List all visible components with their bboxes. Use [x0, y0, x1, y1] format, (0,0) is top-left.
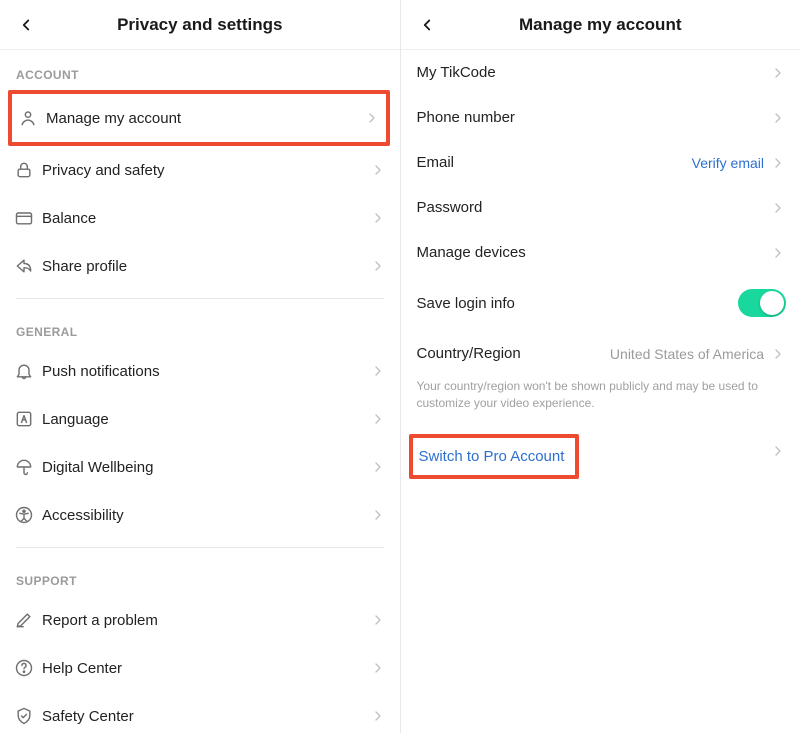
row-country-label: Country/Region [417, 345, 610, 362]
row-phone-number[interactable]: Phone number [401, 95, 800, 140]
chevron-right-icon [364, 110, 380, 126]
chevron-right-icon [370, 660, 386, 676]
chevron-right-icon [770, 346, 786, 362]
row-country-value: United States of America [610, 346, 764, 362]
chevron-right-icon [770, 200, 786, 216]
row-phone-label: Phone number [417, 109, 771, 126]
row-safety-label: Safety Center [42, 708, 370, 725]
row-push-label: Push notifications [42, 363, 370, 380]
save-login-toggle[interactable] [738, 289, 786, 317]
chevron-right-icon [370, 258, 386, 274]
chevron-right-icon [770, 443, 786, 459]
chevron-right-icon [770, 245, 786, 261]
chevron-right-icon [370, 210, 386, 226]
back-chevron-icon [418, 16, 436, 34]
section-general-label: GENERAL [0, 307, 400, 347]
row-push-notifications[interactable]: Push notifications [0, 347, 400, 395]
row-safety-center[interactable]: Safety Center [0, 692, 400, 733]
row-my-tikcode[interactable]: My TikCode [401, 50, 800, 95]
row-accessibility-label: Accessibility [42, 507, 370, 524]
row-report-problem[interactable]: Report a problem [0, 596, 400, 644]
row-save-login-info[interactable]: Save login info [401, 275, 800, 331]
chevron-right-icon [370, 612, 386, 628]
row-share-profile[interactable]: Share profile [0, 242, 400, 290]
row-switch-label: Switch to Pro Account [419, 448, 569, 465]
chevron-right-icon [370, 411, 386, 427]
chevron-right-icon [370, 363, 386, 379]
row-switch-pro-wrap[interactable]: Switch to Pro Account [401, 424, 800, 479]
country-note: Your country/region won't be shown publi… [401, 376, 800, 424]
left-content: ACCOUNT Manage my account Privacy and sa… [0, 50, 400, 733]
chevron-right-icon [370, 708, 386, 724]
umbrella-icon [14, 457, 42, 477]
row-balance[interactable]: Balance [0, 194, 400, 242]
manage-account-pane: Manage my account My TikCode Phone numbe… [401, 0, 800, 733]
row-language[interactable]: Language [0, 395, 400, 443]
row-tikcode-label: My TikCode [417, 64, 771, 81]
row-manage-label: Manage my account [46, 110, 364, 127]
chevron-right-icon [770, 65, 786, 81]
privacy-settings-pane: Privacy and settings ACCOUNT Manage my a… [0, 0, 401, 733]
back-chevron-icon [17, 16, 35, 34]
row-email[interactable]: Email Verify email [401, 140, 800, 185]
divider [16, 298, 384, 299]
chevron-right-icon [370, 162, 386, 178]
accessibility-icon [14, 505, 42, 525]
chevron-right-icon [370, 507, 386, 523]
row-privacy-label: Privacy and safety [42, 162, 370, 179]
row-language-label: Language [42, 411, 370, 428]
section-account-label: ACCOUNT [0, 50, 400, 90]
row-help-label: Help Center [42, 660, 370, 677]
row-email-label: Email [417, 154, 692, 171]
right-content: My TikCode Phone number Email Verify ema… [401, 50, 800, 733]
chevron-right-icon [370, 459, 386, 475]
chevron-right-icon [770, 110, 786, 126]
lock-icon [14, 160, 42, 180]
share-icon [14, 256, 42, 276]
row-report-label: Report a problem [42, 612, 370, 629]
toggle-knob [760, 291, 784, 315]
chevron-right-icon [770, 155, 786, 171]
row-digital-wellbeing[interactable]: Digital Wellbeing [0, 443, 400, 491]
wallet-icon [14, 208, 42, 228]
row-switch-pro[interactable]: Switch to Pro Account [409, 434, 579, 479]
help-icon [14, 658, 42, 678]
row-country-region[interactable]: Country/Region United States of America [401, 331, 800, 376]
bell-icon [14, 361, 42, 381]
language-icon [14, 409, 42, 429]
row-wellbeing-label: Digital Wellbeing [42, 459, 370, 476]
row-manage-devices[interactable]: Manage devices [401, 230, 800, 275]
row-help-center[interactable]: Help Center [0, 644, 400, 692]
row-password-label: Password [417, 199, 771, 216]
right-header: Manage my account [401, 0, 800, 50]
shield-icon [14, 706, 42, 726]
row-balance-label: Balance [42, 210, 370, 227]
section-support-label: SUPPORT [0, 556, 400, 596]
row-manage-account[interactable]: Manage my account [8, 90, 390, 146]
back-button-left[interactable] [14, 13, 38, 37]
row-devices-label: Manage devices [417, 244, 771, 261]
row-savelogin-label: Save login info [417, 295, 739, 312]
row-privacy-safety[interactable]: Privacy and safety [0, 146, 400, 194]
row-accessibility[interactable]: Accessibility [0, 491, 400, 539]
person-icon [18, 108, 46, 128]
back-button-right[interactable] [415, 13, 439, 37]
right-title: Manage my account [519, 15, 682, 35]
row-share-label: Share profile [42, 258, 370, 275]
row-password[interactable]: Password [401, 185, 800, 230]
row-email-value: Verify email [692, 155, 764, 171]
divider [16, 547, 384, 548]
left-title: Privacy and settings [117, 15, 282, 35]
pencil-icon [14, 610, 42, 630]
left-header: Privacy and settings [0, 0, 400, 50]
